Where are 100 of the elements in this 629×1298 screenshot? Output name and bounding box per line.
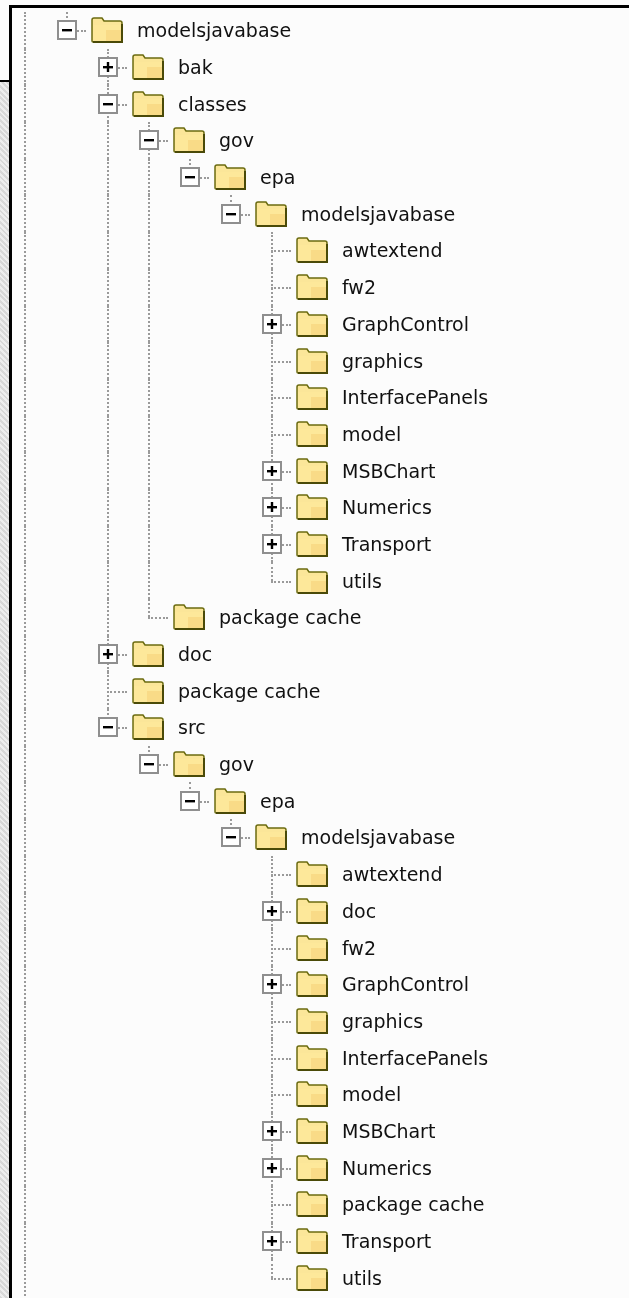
tree-item-label[interactable]: Transport <box>342 1230 432 1253</box>
expand-button[interactable] <box>98 57 118 78</box>
expand-button[interactable] <box>262 533 282 554</box>
folder-icon <box>295 1116 329 1145</box>
folder-icon <box>172 750 206 779</box>
collapse-button[interactable] <box>139 130 159 151</box>
plus-icon <box>266 1124 278 1137</box>
collapse-button[interactable] <box>180 790 200 811</box>
plus-icon <box>266 537 278 550</box>
folder-icon <box>213 786 247 815</box>
plus-icon <box>266 1235 278 1248</box>
tree-item-label[interactable]: graphics <box>342 1009 424 1032</box>
plus-icon <box>266 978 278 991</box>
plus-icon <box>266 464 278 477</box>
collapse-button[interactable] <box>98 93 118 114</box>
tree-item-label[interactable]: InterfacePanels <box>342 386 489 409</box>
tree-item-label[interactable]: model <box>342 422 402 445</box>
folder-icon <box>295 456 329 485</box>
tree-item-label[interactable]: InterfacePanels <box>342 1046 489 1069</box>
folder-icon <box>131 676 165 705</box>
expand-button[interactable] <box>262 460 282 481</box>
folder-icon <box>295 1080 329 1109</box>
tree-item-label[interactable]: gov <box>219 129 254 152</box>
folder-icon <box>213 163 247 192</box>
tree-item-label[interactable]: awtextend <box>342 863 443 886</box>
folder-icon <box>295 493 329 522</box>
tree-item-label[interactable]: modelsjavabase <box>301 826 456 849</box>
tree-item-label[interactable]: utils <box>342 1266 382 1289</box>
folder-icon <box>295 566 329 595</box>
tree-item-label[interactable]: modelsjavabase <box>301 202 456 225</box>
collapse-button[interactable] <box>139 754 159 775</box>
tree-item-label[interactable]: graphics <box>342 349 424 372</box>
tree-item-label[interactable]: doc <box>342 899 377 922</box>
folder-icon <box>295 346 329 375</box>
tree-item-label[interactable]: model <box>342 1083 402 1106</box>
expand-button[interactable] <box>262 497 282 518</box>
expand-button[interactable] <box>262 1157 282 1178</box>
plus-icon <box>266 501 278 514</box>
folder-icon <box>90 16 124 45</box>
tree-item-label[interactable]: utils <box>342 569 382 592</box>
folder-icon <box>295 529 329 558</box>
tree-item-label[interactable]: bak <box>178 56 213 79</box>
folder-icon <box>295 383 329 412</box>
tree-item-label[interactable]: MSBChart <box>342 459 436 482</box>
expand-button[interactable] <box>98 644 118 665</box>
folder-icon <box>295 273 329 302</box>
tree-item-label[interactable]: GraphControl <box>342 973 469 996</box>
tree-item-label[interactable]: Numerics <box>342 496 432 519</box>
collapse-button[interactable] <box>57 20 77 41</box>
expand-button[interactable] <box>262 1231 282 1252</box>
folder-icon <box>131 89 165 118</box>
folder-icon <box>295 1153 329 1182</box>
folder-icon <box>295 236 329 265</box>
plus-icon <box>266 904 278 917</box>
tree-item-label[interactable]: Numerics <box>342 1156 432 1179</box>
tree-item-label[interactable]: fw2 <box>342 936 376 959</box>
folder-icon <box>172 126 206 155</box>
folder-icon <box>295 933 329 962</box>
expand-button[interactable] <box>262 974 282 995</box>
folder-icon <box>172 603 206 632</box>
tree-item-label[interactable]: fw2 <box>342 276 376 299</box>
expand-button[interactable] <box>262 313 282 334</box>
folder-icon <box>295 1227 329 1256</box>
folder-icon <box>295 896 329 925</box>
tree-item-label[interactable]: gov <box>219 753 254 776</box>
folder-icon <box>131 713 165 742</box>
plus-icon <box>102 648 114 661</box>
expand-button[interactable] <box>262 1120 282 1141</box>
tree-item-label[interactable]: classes <box>178 92 247 115</box>
folder-icon <box>131 53 165 82</box>
folder-icon <box>295 1043 329 1072</box>
tree-item-label[interactable]: epa <box>260 789 296 812</box>
collapse-button[interactable] <box>180 167 200 188</box>
tree-item-label[interactable]: GraphControl <box>342 312 469 335</box>
tree-item-label[interactable]: doc <box>178 643 213 666</box>
tree-item-label[interactable]: src <box>178 716 206 739</box>
collapse-button[interactable] <box>221 203 241 224</box>
plus-icon <box>266 1161 278 1174</box>
tree-item-label[interactable]: MSBChart <box>342 1119 436 1142</box>
folder-icon <box>295 1006 329 1035</box>
collapse-button[interactable] <box>98 717 118 738</box>
tree-item-label[interactable]: modelsjavabase <box>137 19 292 42</box>
tree-item-label[interactable]: epa <box>260 166 296 189</box>
folder-icon <box>254 199 288 228</box>
folder-icon <box>295 309 329 338</box>
plus-icon <box>102 61 114 74</box>
plus-icon <box>266 317 278 330</box>
tree-item-label[interactable]: Transport <box>342 532 432 555</box>
tree-item-label[interactable]: awtextend <box>342 239 443 262</box>
folder-icon <box>131 640 165 669</box>
folder-icon <box>295 970 329 999</box>
tree-item-label[interactable]: package cache <box>219 606 362 629</box>
folder-icon <box>254 823 288 852</box>
expand-button[interactable] <box>262 900 282 921</box>
folder-icon <box>295 1263 329 1292</box>
folder-icon <box>295 860 329 889</box>
tree-item-label[interactable]: package cache <box>178 679 321 702</box>
collapse-button[interactable] <box>221 827 241 848</box>
tree-item-label[interactable]: package cache <box>342 1193 485 1216</box>
folder-icon <box>295 1190 329 1219</box>
